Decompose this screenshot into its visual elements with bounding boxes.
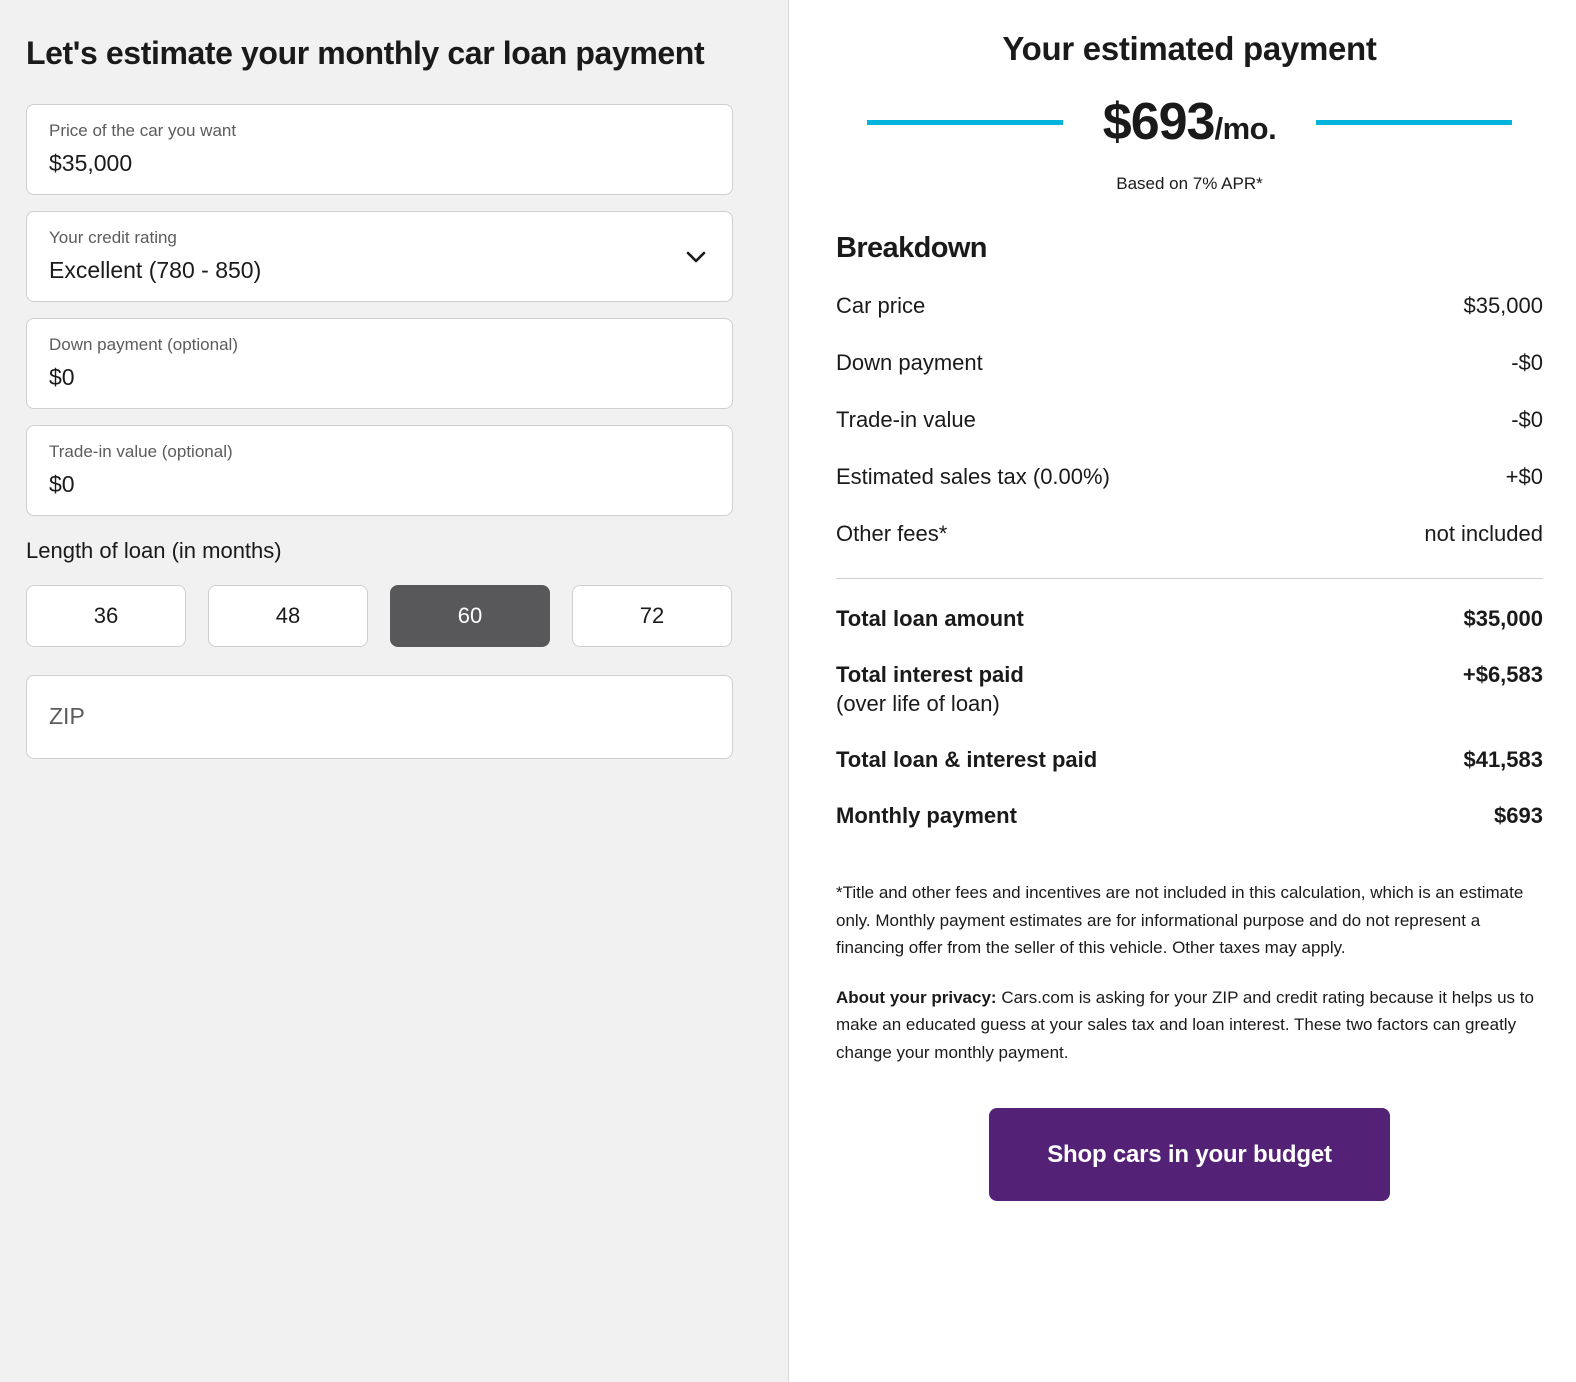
loan-term-60-button[interactable]: 60: [390, 584, 550, 647]
disclaimer-text: *Title and other fees and incentives are…: [836, 883, 1524, 958]
chevron-down-icon[interactable]: [686, 247, 706, 267]
credit-rating-value: Excellent (780 - 850): [49, 257, 262, 284]
down-payment-field[interactable]: Down payment (optional) $0: [26, 318, 733, 409]
loan-length-label: Length of loan (in months): [26, 537, 282, 563]
total-label-block: Total interest paid (over life of loan): [836, 662, 1024, 717]
breakdown-row-down-payment: Down payment -$0: [836, 350, 1543, 376]
zip-input-placeholder[interactable]: ZIP: [49, 703, 85, 730]
total-value: $693: [1494, 803, 1543, 828]
accent-rule-right: [1316, 119, 1513, 125]
apr-note: Based on 7% APR*: [1116, 174, 1263, 193]
trade-in-value-label: Trade-in value (optional): [49, 441, 233, 461]
breakdown-value: $35,000: [1463, 293, 1543, 318]
breakdown-label: Other fees*: [836, 521, 948, 546]
breakdown-label: Trade-in value: [836, 407, 976, 432]
total-value: $41,583: [1463, 747, 1543, 772]
breakdown-label: Down payment: [836, 350, 983, 375]
privacy-label: About your privacy:: [836, 987, 997, 1007]
total-label: Monthly payment: [836, 803, 1017, 828]
credit-rating-label: Your credit rating: [49, 228, 177, 248]
breakdown-value: not included: [1424, 521, 1543, 546]
loan-term-72-button[interactable]: 72: [572, 584, 732, 647]
breakdown-heading: Breakdown: [836, 232, 988, 264]
total-row-loan-amount: Total loan amount $35,000: [836, 606, 1543, 632]
cta-container: Shop cars in your budget: [836, 1108, 1543, 1202]
estimate-summary-panel: Your estimated payment $693/mo. Based on…: [789, 0, 1576, 1382]
loan-term-36-button[interactable]: 36: [26, 584, 186, 647]
trade-in-value-field[interactable]: Trade-in value (optional) $0: [26, 424, 733, 516]
breakdown-row-other-fees: Other fees* not included: [836, 521, 1543, 547]
loan-term-group: 36 48 60 72: [26, 584, 762, 647]
car-price-label: Price of the car you want: [49, 121, 237, 141]
breakdown-value: -$0: [1511, 407, 1543, 432]
payment-amount-period: /mo.: [1214, 111, 1277, 146]
total-sublabel: (over life of loan): [836, 691, 1000, 716]
total-label: Total loan amount: [836, 606, 1024, 631]
breakdown-divider: [836, 578, 1543, 579]
payment-amount-value: $693: [1102, 93, 1216, 151]
breakdown-row-sales-tax: Estimated sales tax (0.00%) +$0: [836, 464, 1543, 490]
page-title: Let's estimate your monthly car loan pay…: [26, 35, 705, 71]
breakdown-label: Estimated sales tax (0.00%): [836, 464, 1110, 489]
estimate-title: Your estimated payment: [1002, 30, 1377, 67]
breakdown-row-car-price: Car price $35,000: [836, 293, 1543, 319]
estimated-payment-amount: $693/mo.: [1063, 96, 1316, 148]
total-row-interest-paid: Total interest paid (over life of loan) …: [836, 662, 1543, 717]
shop-cars-button[interactable]: Shop cars in your budget: [989, 1108, 1390, 1202]
total-row-loan-and-interest: Total loan & interest paid $41,583: [836, 747, 1543, 773]
loan-input-panel: Let's estimate your monthly car loan pay…: [0, 0, 789, 1382]
zip-field[interactable]: ZIP: [26, 674, 733, 759]
total-label: Total interest paid: [836, 662, 1024, 687]
total-value: +$6,583: [1462, 662, 1543, 687]
privacy-text: About your privacy: Cars.com is asking f…: [836, 984, 1543, 1067]
breakdown-value: -$0: [1511, 350, 1543, 375]
total-row-monthly-payment: Monthly payment $693: [836, 803, 1543, 829]
breakdown-value: +$0: [1505, 464, 1543, 489]
total-value: $35,000: [1463, 606, 1543, 631]
breakdown-label: Car price: [836, 293, 926, 318]
accent-rule-left: [866, 119, 1063, 125]
breakdown-row-trade-in-value: Trade-in value -$0: [836, 407, 1543, 433]
down-payment-input[interactable]: $0: [49, 363, 710, 392]
loan-term-48-button[interactable]: 48: [208, 584, 368, 647]
down-payment-label: Down payment (optional): [49, 335, 238, 355]
total-label: Total loan & interest paid: [836, 747, 1098, 772]
credit-rating-select[interactable]: Your credit rating Excellent (780 - 850): [26, 211, 733, 303]
estimated-payment-row: $693/mo.: [836, 96, 1543, 148]
car-price-input[interactable]: $35,000: [49, 149, 710, 178]
loan-calculator-page: Let's estimate your monthly car loan pay…: [0, 0, 1576, 1382]
trade-in-value-input[interactable]: $0: [49, 470, 710, 499]
car-price-field[interactable]: Price of the car you want $35,000: [26, 104, 733, 196]
